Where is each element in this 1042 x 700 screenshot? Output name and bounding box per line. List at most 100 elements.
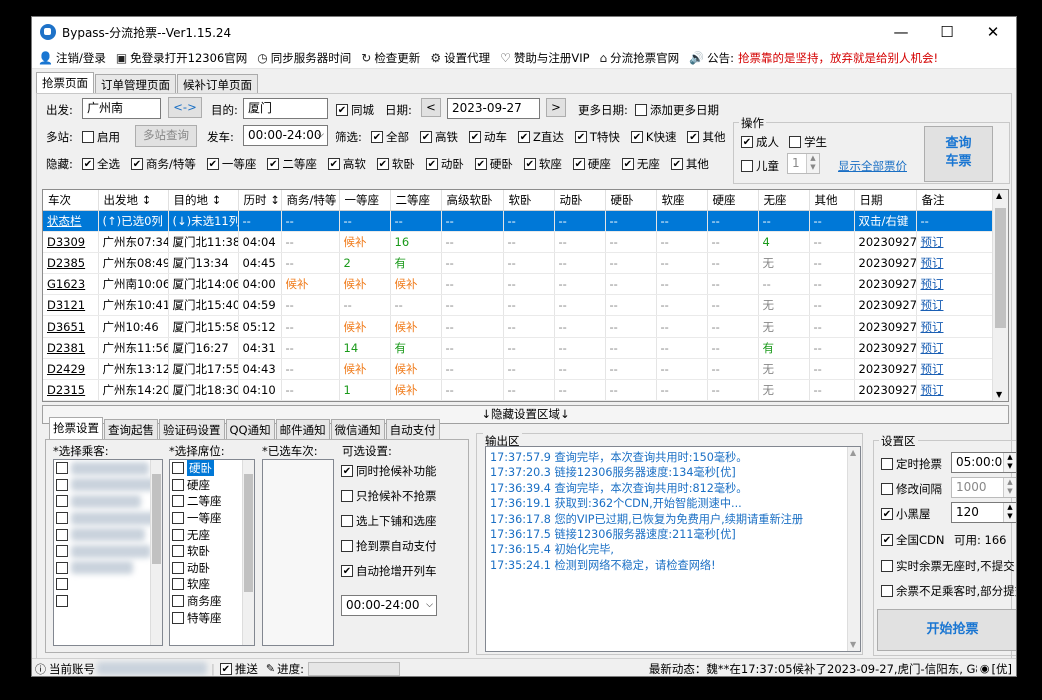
column-header[interactable]: 一等座: [339, 190, 390, 210]
next-date-button[interactable]: >: [546, 98, 566, 117]
column-header[interactable]: 日期: [854, 190, 916, 210]
auto-train-time-select[interactable]: 00:00-24:00⌵: [341, 595, 437, 616]
hide-yingzuo-checkbox[interactable]: 硬座: [573, 156, 611, 172]
blackroom-stepper[interactable]: 120▲▼: [951, 502, 1017, 523]
child-count-stepper[interactable]: 1▲▼: [787, 153, 820, 174]
option-checkbox[interactable]: 抢到票自动支付: [341, 538, 437, 554]
table-row[interactable]: G1623广州南10:06厦门北14:0604:00候补候补候补--------…: [43, 274, 993, 295]
no-seat-skip-checkbox[interactable]: 实时余票无座时,不提交: [881, 558, 1015, 574]
seat-list-scrollbar[interactable]: [242, 460, 254, 645]
minimize-button[interactable]: —: [878, 17, 924, 47]
passenger-item[interactable]: [54, 593, 162, 610]
multi-station-enable-checkbox[interactable]: 启用: [82, 129, 120, 145]
table-status-row[interactable]: 状态栏(↑)已选0列(↓)未选11列----------------------…: [43, 210, 993, 231]
push-checkbox[interactable]: [220, 663, 232, 675]
tab-query-sale[interactable]: 查询起售: [104, 419, 158, 439]
scroll-up-icon[interactable]: ▲: [996, 191, 1002, 200]
table-row[interactable]: D2381广州东11:56厦门16:2704:31--14有----------…: [43, 337, 993, 358]
prev-date-button[interactable]: <: [421, 98, 441, 117]
column-header[interactable]: 出发地 ↕: [98, 190, 168, 210]
table-scrollbar[interactable]: ▲ ▼: [992, 190, 1008, 401]
hide-ruanwo-checkbox[interactable]: 软卧: [377, 156, 415, 172]
table-row[interactable]: D3651广州10:46厦门北15:5805:12--候补候补---------…: [43, 316, 993, 337]
passenger-item[interactable]: [54, 477, 162, 494]
hide-second-class-checkbox[interactable]: 二等座: [267, 156, 317, 172]
output-log[interactable]: 17:37:57.9 查询完毕，本次查询共用时:150毫秒。17:37:20.3…: [485, 446, 861, 652]
train-code-link[interactable]: D2315: [43, 380, 98, 401]
same-city-checkbox[interactable]: 同城: [336, 102, 374, 118]
date-input[interactable]: 2023-09-27: [447, 98, 540, 119]
tab-mail-notify[interactable]: 邮件通知: [276, 419, 330, 439]
column-header[interactable]: 备注: [916, 190, 993, 210]
book-link[interactable]: 预订: [916, 316, 993, 337]
train-code-link[interactable]: D2429: [43, 358, 98, 379]
train-code-link[interactable]: D2385: [43, 252, 98, 273]
tab-qq-notify[interactable]: QQ通知: [226, 419, 275, 439]
passenger-item[interactable]: [54, 526, 162, 543]
passenger-list[interactable]: [53, 459, 163, 646]
tab-wechat-notify[interactable]: 微信通知: [331, 419, 385, 439]
tab-waitlist-orders[interactable]: 候补订单页面: [177, 74, 258, 94]
seat-list[interactable]: 硬卧硬座二等座一等座无座软卧动卧软座商务座特等座: [169, 459, 255, 646]
hide-other-checkbox[interactable]: 其他: [671, 156, 709, 172]
scrollbar-thumb[interactable]: [244, 474, 253, 592]
column-header[interactable]: 其他: [809, 190, 854, 210]
option-checkbox[interactable]: 自动抢增开列车: [341, 563, 437, 579]
option-checkbox[interactable]: 同时抢候补功能: [341, 463, 437, 479]
log-scrollbar[interactable]: ▲ ▼: [847, 447, 860, 651]
column-header[interactable]: 硬卧: [605, 190, 656, 210]
column-header[interactable]: 目的地 ↕: [168, 190, 238, 210]
scroll-down-icon[interactable]: ▼: [850, 640, 856, 649]
timed-grab-checkbox[interactable]: 定时抢票: [881, 456, 942, 472]
national-cdn-checkbox[interactable]: 全国CDN: [881, 532, 945, 548]
add-more-dates-checkbox[interactable]: 添加更多日期: [635, 102, 719, 118]
column-header[interactable]: 软座: [656, 190, 707, 210]
menu-proxy[interactable]: ⚙设置代理: [430, 50, 490, 66]
book-link[interactable]: 预订: [916, 274, 993, 295]
tab-orders[interactable]: 订单管理页面: [95, 74, 176, 94]
show-all-prices-link[interactable]: 显示全部票价: [838, 158, 907, 174]
train-code-link[interactable]: D3309: [43, 231, 98, 252]
filter-k-checkbox[interactable]: K快速: [631, 129, 677, 145]
from-station-input[interactable]: 广州南: [82, 98, 161, 119]
table-row[interactable]: D2429广州东13:12厦门北17:5504:43--候补候补--------…: [43, 358, 993, 379]
filter-t-checkbox[interactable]: T特快: [575, 129, 620, 145]
book-link[interactable]: 预订: [916, 358, 993, 379]
modify-interval-checkbox[interactable]: 修改间隔: [881, 481, 942, 497]
selected-trains-list[interactable]: [262, 459, 334, 646]
column-header[interactable]: 商务/特等: [281, 190, 339, 210]
passenger-item[interactable]: [54, 543, 162, 560]
book-link[interactable]: 预订: [916, 231, 993, 252]
passenger-item[interactable]: [54, 460, 162, 477]
timed-grab-time-stepper[interactable]: 05:00:00▲▼: [951, 452, 1017, 473]
scrollbar-thumb[interactable]: [995, 208, 1006, 328]
hide-dongwo-checkbox[interactable]: 动卧: [426, 156, 464, 172]
hide-wuzuo-checkbox[interactable]: 无座: [622, 156, 660, 172]
tab-captcha[interactable]: 验证码设置: [159, 419, 225, 439]
filter-all-checkbox[interactable]: 全部: [371, 129, 409, 145]
student-checkbox[interactable]: 学生: [789, 134, 827, 150]
column-header[interactable]: 硬座: [707, 190, 758, 210]
passenger-list-scrollbar[interactable]: [150, 460, 162, 645]
hide-yingwo-checkbox[interactable]: 硬卧: [475, 156, 513, 172]
hide-first-class-checkbox[interactable]: 一等座: [207, 156, 257, 172]
swap-stations-button[interactable]: <->: [168, 97, 202, 118]
table-row[interactable]: D3309广州东07:34厦门北11:3804:04--候补16--------…: [43, 231, 993, 252]
hide-all-checkbox[interactable]: 全选: [82, 156, 120, 172]
hide-ruanzuo-checkbox[interactable]: 软座: [524, 156, 562, 172]
option-checkbox[interactable]: 只抢候补不抢票: [341, 488, 437, 504]
column-header[interactable]: 高级软卧: [441, 190, 503, 210]
column-header[interactable]: 无座: [758, 190, 809, 210]
menu-login[interactable]: 👤注销/登录: [38, 50, 106, 66]
interval-stepper[interactable]: 1000▲▼: [951, 477, 1017, 498]
adult-checkbox[interactable]: 成人: [741, 134, 779, 150]
menu-website[interactable]: ⌂分流抢票官网: [600, 50, 680, 66]
partial-submit-checkbox[interactable]: 余票不足乘客时,部分提交: [881, 583, 1017, 599]
filter-dongche-checkbox[interactable]: 动车: [469, 129, 507, 145]
child-checkbox[interactable]: 儿童: [741, 158, 779, 174]
menu-vip[interactable]: ♡赞助与注册VIP: [500, 50, 589, 66]
train-code-link[interactable]: D2381: [43, 337, 98, 358]
train-code-link[interactable]: D3121: [43, 295, 98, 316]
column-header[interactable]: 二等座: [390, 190, 441, 210]
book-link[interactable]: 预订: [916, 337, 993, 358]
